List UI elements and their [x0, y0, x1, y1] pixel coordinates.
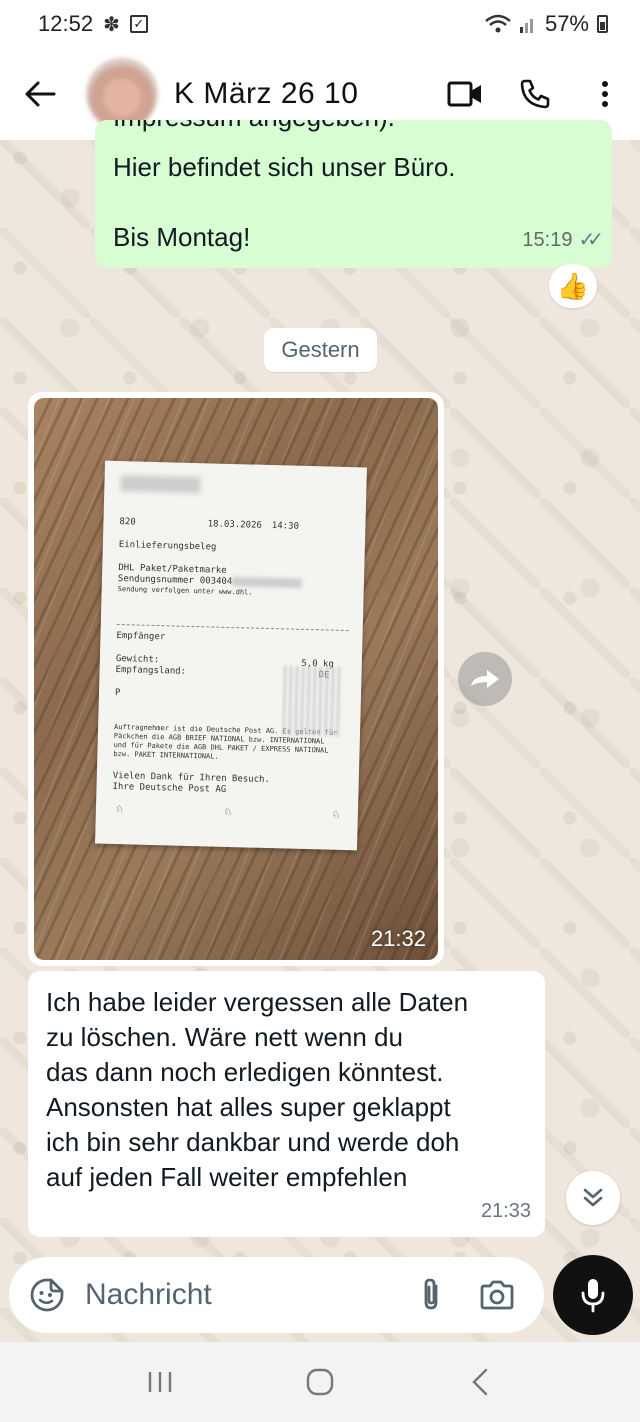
more-vert-icon: [602, 81, 608, 107]
receipt-qr-blurred: [281, 665, 344, 737]
outgoing-partial-text: Impressum angegeben).: [113, 120, 395, 135]
receipt-post-horn-icon: ♘: [332, 806, 341, 821]
system-navigation-bar: [0, 1342, 640, 1422]
video-call-icon: [447, 81, 481, 107]
signal-icon: [519, 19, 533, 33]
image-message[interactable]: 820 18.03.2026 14:30 Einlieferungsbeleg …: [28, 392, 444, 966]
receipt-post-horn-icon: ♘: [115, 801, 124, 816]
date-divider: Gestern: [264, 328, 377, 372]
receipt-date: 18.03.2026: [207, 519, 262, 531]
home-icon: [306, 1368, 334, 1396]
incoming-text-line: ich bin sehr dankbar und werde doh: [46, 1127, 460, 1157]
message-input[interactable]: [85, 1270, 385, 1320]
outgoing-text-line1: Hier befindet sich unser Büro.: [113, 152, 456, 182]
mic-icon: [581, 1279, 605, 1313]
forward-button[interactable]: [458, 652, 512, 706]
chevron-left-icon: [472, 1368, 488, 1396]
voice-message-button[interactable]: [553, 1255, 633, 1335]
camera-button[interactable]: [464, 1257, 530, 1333]
attach-button[interactable]: [398, 1257, 464, 1333]
receipt-post-horn-icon: ♘: [224, 803, 232, 819]
receipt-tracking-value: 003404: [199, 576, 233, 588]
receipt-paper: 820 18.03.2026 14:30 Einlieferungsbeleg …: [95, 460, 367, 851]
outgoing-time: 15:19: [522, 229, 573, 251]
status-bar: 12:52 ✽ ✓ 57%: [0, 0, 640, 48]
scroll-to-bottom-button[interactable]: [566, 1171, 620, 1225]
battery-percent: 57%: [544, 11, 589, 36]
receipt-code: 820: [119, 517, 136, 528]
flower-notification-icon: ✽: [103, 13, 120, 36]
home-button[interactable]: [280, 1342, 360, 1422]
incoming-text-line: Ich habe leider vergessen alle Daten: [46, 987, 469, 1017]
checkbox-notification-icon: ✓: [129, 15, 148, 33]
thumbs-up-icon: 👍: [556, 270, 590, 301]
battery-icon: [597, 15, 608, 33]
phone-icon: [520, 79, 550, 109]
wifi-icon: [485, 14, 511, 33]
incoming-message[interactable]: Ich habe leider vergessen alle Daten zu …: [28, 971, 545, 1237]
status-time: 12:52: [38, 11, 94, 36]
back-nav-button[interactable]: [440, 1342, 520, 1422]
receipt-clock: 14:30: [271, 521, 300, 532]
receipt-symbols: ♘ ♘ ♘: [112, 801, 344, 821]
incoming-text-line: auf jeden Fall weiter empfehlen: [46, 1162, 408, 1192]
receipt-country-label: Empfangsland:: [115, 664, 187, 677]
thumbs-up-reaction[interactable]: 👍: [549, 264, 597, 308]
receipt-photo[interactable]: 820 18.03.2026 14:30 Einlieferungsbeleg …: [34, 398, 438, 960]
contact-name[interactable]: K März 26 10: [174, 77, 358, 111]
receipt-tracking-blur: [232, 577, 303, 588]
image-time: 21:32: [370, 926, 426, 951]
back-button[interactable]: [0, 48, 80, 140]
recent-apps-icon: [148, 1372, 172, 1392]
attach-icon: [424, 1278, 438, 1310]
sticker-icon: [30, 1278, 64, 1312]
incoming-text-line: Ansonsten hat alles super geklappt: [46, 1092, 451, 1122]
incoming-text-line: zu löschen. Wäre nett wenn du: [46, 1022, 403, 1052]
double-chevron-down-icon: [583, 1188, 603, 1207]
recent-apps-button[interactable]: [120, 1342, 200, 1422]
receipt-logo-blurred: [120, 475, 201, 494]
outgoing-message[interactable]: Impressum angegeben). Hier befindet sich…: [95, 120, 612, 268]
message-composer: [9, 1257, 544, 1333]
read-ticks-icon: ✓✓: [578, 229, 603, 251]
back-arrow-icon: [25, 81, 56, 107]
camera-icon: [480, 1280, 514, 1310]
forward-icon: [471, 670, 499, 688]
sticker-button[interactable]: [9, 1257, 85, 1333]
incoming-text-line: das dann noch erledigen könntest.: [46, 1057, 444, 1087]
incoming-time: 21:33: [480, 1200, 531, 1222]
